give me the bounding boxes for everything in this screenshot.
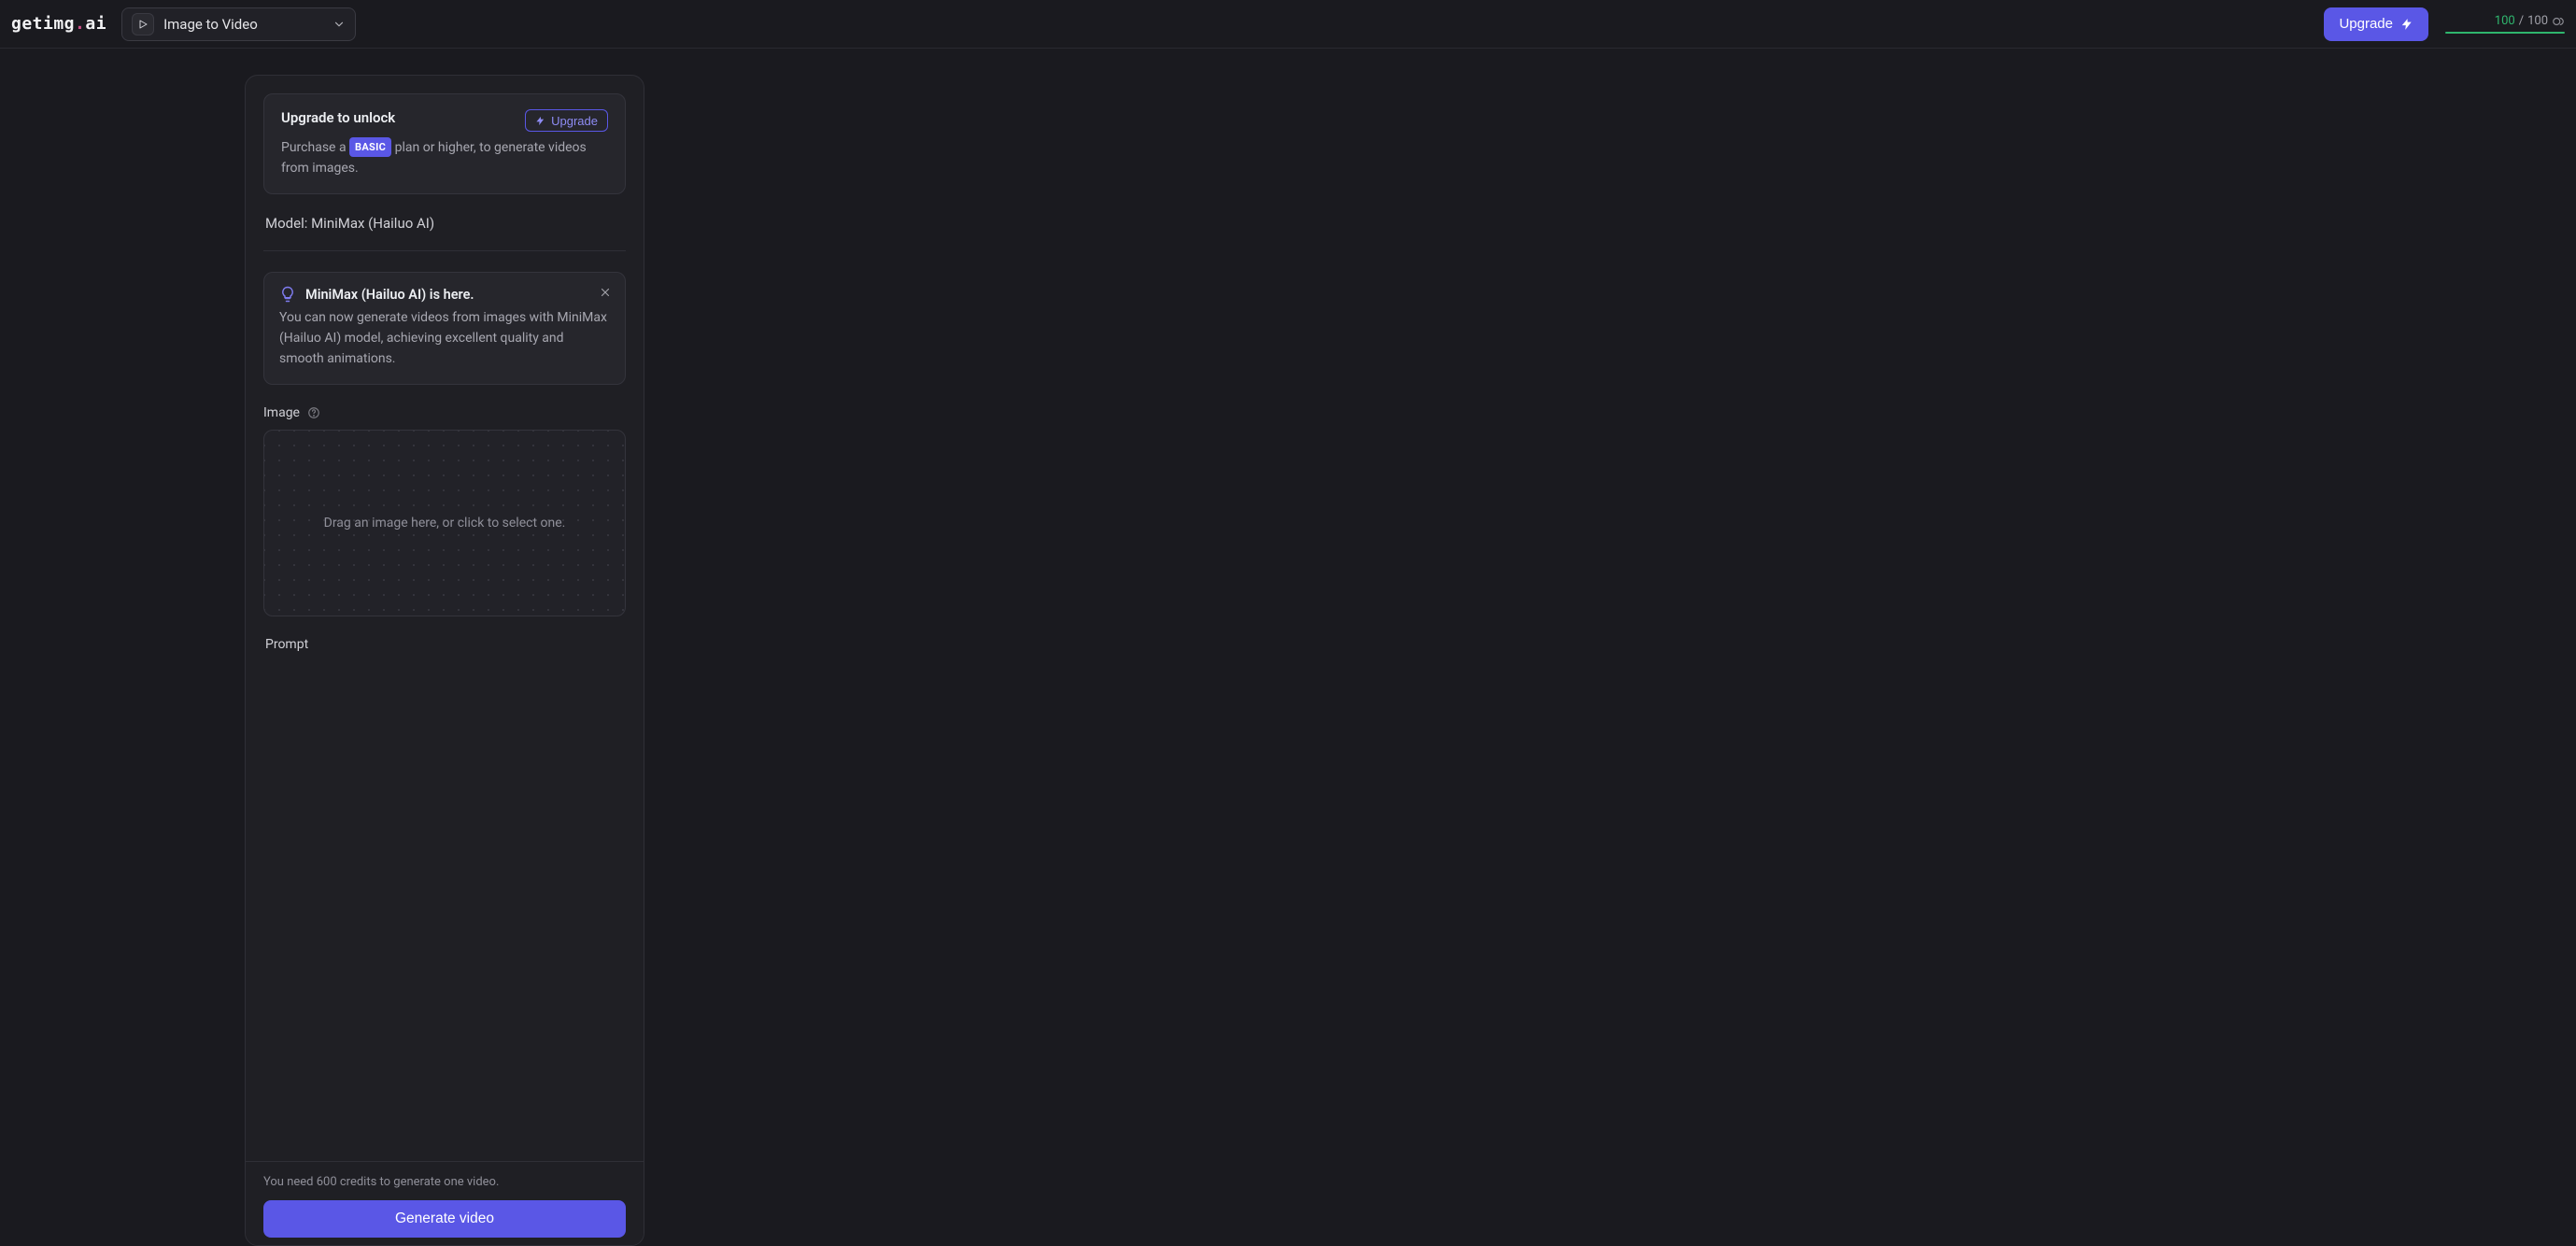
close-icon[interactable] [597,284,614,301]
image-label: Image [263,405,300,420]
play-icon [132,13,154,35]
brand-dot: . [75,14,85,34]
chevron-down-icon [333,18,346,31]
credits-current: 100 [2495,14,2515,28]
brand-part2: ai [85,14,106,34]
notice-title: MiniMax (Hailuo AI) is here. [305,287,474,303]
credits-sep: / [2519,14,2524,28]
brand-logo[interactable]: getimg.ai [11,14,106,34]
image-section: Image Drag an image here, or click to se… [263,405,626,616]
coin-icon [2552,15,2565,28]
image-dropzone[interactable]: Drag an image here, or click to select o… [263,430,626,616]
dropzone-text: Drag an image here, or click to select o… [324,516,566,531]
bolt-icon [535,116,545,126]
credits-progress-bar [2445,32,2565,34]
tool-selector[interactable]: Image to Video [121,7,356,41]
help-icon[interactable] [307,406,320,419]
lightbulb-icon [279,286,296,303]
bolt-icon [2400,18,2413,31]
upgrade-unlock-card: Upgrade to unlock Upgrade Purchase a BAS… [263,93,626,194]
notice-body: You can now generate videos from images … [279,308,610,369]
model-notice: MiniMax (Hailuo AI) is here. You can now… [263,272,626,385]
generate-button-label: Generate video [395,1211,494,1226]
plan-badge: BASIC [349,137,391,157]
model-value: MiniMax (Hailuo AI) [311,215,434,232]
unlock-text-before: Purchase a [281,140,349,155]
tool-selector-label: Image to Video [163,16,258,33]
image-label-row: Image [263,405,626,420]
credits-max: 100 [2527,14,2548,28]
panel-footer: You need 600 credits to generate one vid… [246,1161,644,1245]
prompt-label: Prompt [263,637,626,652]
unlock-upgrade-button[interactable]: Upgrade [525,109,608,132]
settings-panel: Upgrade to unlock Upgrade Purchase a BAS… [245,75,644,1246]
credits-indicator[interactable]: 100 / 100 [2445,14,2565,34]
brand-part1: getimg [11,14,75,34]
model-label: Model: [265,215,311,232]
upgrade-button-label: Upgrade [2339,16,2393,32]
model-row[interactable]: Model: MiniMax (Hailuo AI) [263,215,626,251]
generate-button[interactable]: Generate video [263,1200,626,1238]
unlock-body: Purchase a BASIC plan or higher, to gene… [281,137,608,178]
unlock-title: Upgrade to unlock [281,109,395,126]
app-header: getimg.ai Image to Video Upgrade 100 / 1… [0,0,2576,49]
upgrade-button[interactable]: Upgrade [2324,7,2428,41]
credits-note: You need 600 credits to generate one vid… [263,1175,626,1189]
workspace: Upgrade to unlock Upgrade Purchase a BAS… [0,49,2576,1246]
unlock-upgrade-label: Upgrade [551,114,598,128]
